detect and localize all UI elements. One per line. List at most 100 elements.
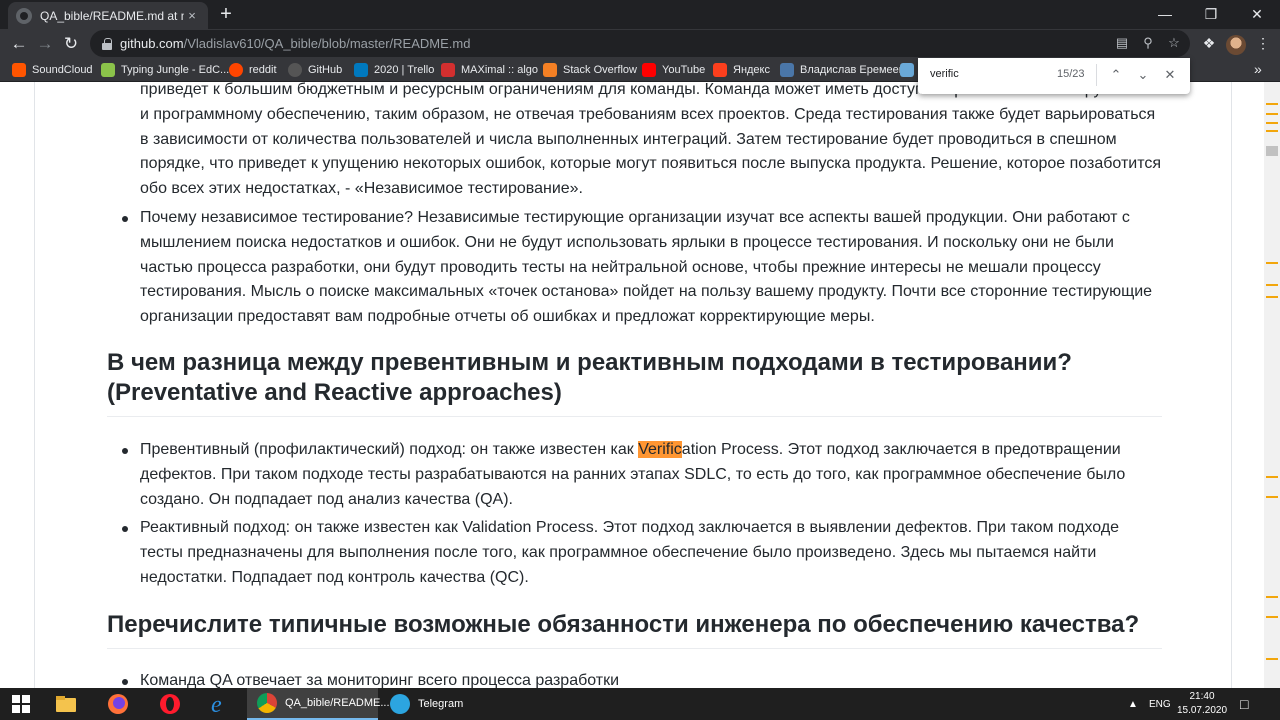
typing-jungle-icon: [101, 63, 115, 77]
list-item: Превентивный (профилактический) подход: …: [107, 438, 1162, 512]
list-item: Реактивный подход: он также известен как…: [107, 516, 1162, 590]
maximal-icon: [441, 63, 455, 77]
firefox-icon[interactable]: [94, 688, 142, 720]
youtube-icon: [642, 63, 656, 77]
opera-icon[interactable]: [146, 688, 194, 720]
find-match-marker: [1266, 122, 1278, 124]
start-button[interactable]: [0, 688, 42, 720]
bookmark-typing-jungle[interactable]: Typing Jungle - EdC...: [101, 62, 229, 78]
bullet-icon: [122, 526, 128, 533]
bookmark-maximal[interactable]: MAXimal :: algo: [441, 62, 538, 78]
content-border-right: [1231, 82, 1232, 688]
content-border-left: [34, 82, 35, 688]
extensions-puzzle-icon[interactable]: ❖: [1198, 32, 1220, 54]
search-highlight: Verific: [638, 441, 682, 458]
find-match-marker: [1266, 130, 1278, 132]
forward-arrow-icon[interactable]: →: [32, 31, 58, 57]
find-match-marker: [1266, 476, 1278, 478]
find-match-marker: [1266, 296, 1278, 298]
back-arrow-icon[interactable]: ←: [6, 31, 32, 57]
find-next-icon[interactable]: ⌄: [1133, 65, 1153, 85]
url-host: github.com: [120, 36, 184, 51]
reader-mode-icon[interactable]: ▤: [1112, 33, 1132, 53]
bookmark-reddit[interactable]: reddit: [229, 62, 277, 78]
find-match-marker: [1266, 658, 1278, 660]
qa-duties-list: Команда QA отвечает за мониторинг всего …: [107, 669, 1162, 688]
find-match-marker: [1266, 103, 1278, 105]
taskbar-telegram[interactable]: Telegram: [380, 688, 511, 720]
bullet-icon: [122, 448, 128, 454]
maximize-icon[interactable]: ❐: [1188, 0, 1234, 29]
bookmark-youtube[interactable]: YouTube: [642, 62, 705, 78]
find-input[interactable]: verific: [930, 68, 1050, 80]
bullet-icon: [122, 215, 128, 222]
tab-strip: QA_bible/README.md at master × + — ❐ ✕: [0, 0, 1280, 29]
find-match-marker: [1266, 616, 1278, 618]
bookmark-extra[interactable]: [900, 62, 920, 78]
find-divider: [1096, 64, 1097, 86]
internet-explorer-icon[interactable]: e: [196, 688, 244, 720]
find-match-count: 15/23: [1057, 68, 1085, 80]
heading-qa-duties: Перечислите типичные возможные обязаннос…: [107, 610, 1162, 649]
bookmark-extra-icon: [900, 63, 914, 77]
windows-logo-icon: [12, 695, 30, 713]
heading-preventive-reactive: В чем разница между превентивным и реакт…: [107, 348, 1162, 417]
tab-close-icon[interactable]: ×: [184, 8, 200, 23]
url-text[interactable]: github.com/Vladislav610/QA_bible/blob/ma…: [120, 36, 470, 51]
clock-time: 21:40: [1189, 691, 1215, 702]
bookmark-stackoverflow[interactable]: Stack Overflow: [543, 62, 637, 78]
approaches-list: Превентивный (профилактический) подход: …: [107, 438, 1162, 591]
bookmark-trello[interactable]: 2020 | Trello: [354, 62, 434, 78]
soundcloud-icon: [12, 63, 26, 77]
vk-icon: [780, 63, 794, 77]
clock-date: 15.07.2020: [1176, 705, 1228, 716]
scrollbar-thumb[interactable]: [1266, 146, 1278, 156]
tray-overflow-icon[interactable]: ▲: [1128, 688, 1138, 720]
bookmark-github[interactable]: GitHub: [288, 62, 342, 78]
window-close-icon[interactable]: ✕: [1234, 0, 1280, 29]
telegram-icon: [390, 694, 410, 714]
language-indicator[interactable]: ENG: [1149, 688, 1171, 720]
github-favicon-icon: [16, 7, 32, 24]
browser-toolbar: ← → ↻ github.com/Vladislav610/QA_bible/b…: [0, 29, 1280, 58]
taskbar-chrome[interactable]: QA_bible/README...: [247, 688, 390, 720]
bookmark-yandex[interactable]: Яндекс: [713, 62, 770, 78]
bookmarks-more-icon[interactable]: »: [1254, 61, 1262, 77]
independent-testing-list: приведет к большим бюджетным и ресурсным…: [107, 82, 1162, 334]
reload-icon[interactable]: ↻: [58, 31, 84, 57]
zoom-icon[interactable]: ⚲: [1138, 33, 1158, 53]
bookmark-star-icon[interactable]: ☆: [1164, 33, 1184, 53]
address-bar[interactable]: github.com/Vladislav610/QA_bible/blob/ma…: [90, 30, 1190, 57]
find-close-icon[interactable]: ✕: [1160, 65, 1180, 85]
bookmark-vk[interactable]: Владислав Еремеев: [780, 62, 905, 78]
minimize-icon[interactable]: —: [1142, 0, 1188, 29]
find-match-marker: [1266, 596, 1278, 598]
github-icon: [288, 63, 302, 77]
url-path: /Vladislav610/QA_bible/blob/master/READM…: [183, 36, 471, 51]
profile-avatar[interactable]: [1226, 35, 1246, 55]
file-explorer-icon[interactable]: [42, 688, 90, 720]
system-clock[interactable]: 21:40 15.07.2020: [1174, 690, 1230, 718]
list-item: Почему независимое тестирование? Независ…: [107, 206, 1162, 330]
list-item: Команда QA отвечает за мониторинг всего …: [107, 669, 1162, 688]
find-match-marker: [1266, 284, 1278, 286]
reddit-icon: [229, 63, 243, 77]
section-qa-duties: Перечислите типичные возможные обязаннос…: [107, 610, 1162, 688]
bookmark-soundcloud[interactable]: SoundCloud: [12, 62, 93, 78]
stackoverflow-icon: [543, 63, 557, 77]
new-tab-button[interactable]: +: [214, 3, 238, 27]
svg-text:e: e: [211, 693, 222, 715]
section-preventive-reactive: В чем разница между превентивным и реакт…: [107, 348, 1162, 595]
menu-kebab-icon[interactable]: ⋮: [1252, 32, 1274, 54]
yandex-icon: [713, 63, 727, 77]
find-match-marker: [1266, 496, 1278, 498]
chrome-icon: [257, 693, 277, 713]
notification-icon[interactable]: □: [1240, 688, 1248, 720]
bullet-icon: [122, 679, 128, 685]
page-viewport: приведет к большим бюджетным и ресурсным…: [0, 82, 1280, 688]
lock-icon: [102, 37, 112, 50]
tab-readme[interactable]: QA_bible/README.md at master ×: [8, 2, 208, 29]
trello-icon: [354, 63, 368, 77]
tab-title: QA_bible/README.md at master: [40, 8, 184, 23]
find-previous-icon[interactable]: ⌃: [1106, 65, 1126, 85]
